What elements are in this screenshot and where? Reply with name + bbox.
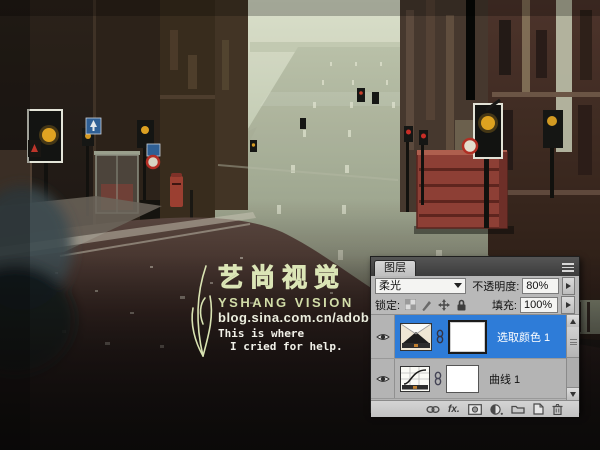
opacity-field[interactable]: 80%	[522, 278, 558, 294]
eye-icon	[376, 332, 390, 342]
fill-field[interactable]: 100%	[520, 297, 558, 313]
layers-list: 选取颜色 1	[371, 314, 579, 400]
brush-icon	[421, 299, 433, 311]
scrollbar[interactable]	[566, 315, 579, 400]
watermark-caption-line2: I cried for help.	[230, 340, 343, 353]
lock-fill-row: 锁定:	[371, 295, 579, 314]
layer-name: 曲线 1	[489, 371, 520, 387]
lock-label: 锁定:	[375, 297, 400, 313]
blend-opacity-row: 柔光 不透明度: 80%	[371, 276, 579, 295]
layer-mask-icon	[468, 404, 482, 415]
layer-mask-thumbnail[interactable]	[446, 365, 479, 393]
watermark-caption-line1: This is where	[218, 327, 304, 340]
link-icon	[436, 329, 444, 344]
padlock-icon	[456, 299, 467, 311]
visibility-toggle[interactable]	[371, 315, 395, 358]
fx-icon: fx.	[448, 404, 460, 415]
watermark-url: blog.sina.com.cn/adobech	[218, 310, 393, 325]
scrollbar-thumb[interactable]	[567, 327, 579, 358]
selective-color-thumbnail[interactable]	[400, 323, 432, 351]
arrow-right-icon	[566, 302, 571, 308]
lock-image-pixels-button[interactable]	[420, 298, 434, 312]
folder-icon	[511, 404, 525, 414]
fill-stepper-button[interactable]	[561, 296, 575, 314]
layers-panel-footer: fx.	[371, 400, 579, 417]
new-adjustment-layer-button[interactable]	[490, 402, 503, 416]
layer-mask-thumbnail[interactable]	[448, 320, 487, 354]
lock-all-button[interactable]	[454, 298, 468, 312]
fill-label: 填充:	[492, 297, 517, 313]
move-icon	[438, 299, 450, 311]
trash-icon	[552, 403, 563, 415]
adjustment-layer-icon	[490, 404, 503, 415]
link-layers-button[interactable]	[426, 402, 440, 416]
lock-position-button[interactable]	[437, 298, 451, 312]
lock-transparent-pixels-button[interactable]	[403, 298, 417, 312]
screenshot-stage: 艺尚视觉 YSHANG VISION blog.sina.com.cn/adob…	[0, 0, 600, 450]
opacity-stepper-button[interactable]	[562, 277, 575, 295]
layers-tab[interactable]: 图层	[374, 260, 416, 276]
delete-layer-button[interactable]	[552, 402, 563, 416]
new-layer-button[interactable]	[533, 402, 544, 416]
layers-panel: 图层 柔光 不透明度: 80% 锁定:	[370, 256, 580, 413]
watermark-title-cn: 艺尚视觉	[218, 258, 346, 294]
link-icon	[434, 371, 442, 386]
layer-style-button[interactable]: fx.	[448, 402, 460, 416]
link-layers-icon	[426, 405, 440, 414]
checkerboard-icon	[405, 299, 416, 310]
watermark-title-en: YSHANG VISION	[218, 295, 354, 310]
arrow-right-icon	[566, 283, 571, 289]
curves-thumbnail[interactable]	[400, 366, 430, 392]
visibility-toggle[interactable]	[371, 359, 395, 398]
opacity-label: 不透明度:	[472, 278, 519, 294]
new-layer-icon	[533, 403, 544, 415]
eye-icon	[376, 374, 390, 384]
layer-name: 选取颜色 1	[497, 329, 550, 345]
menu-lines-icon	[562, 263, 574, 265]
new-group-button[interactable]	[511, 402, 525, 416]
layer-row-selective-color[interactable]: 选取颜色 1	[371, 315, 579, 359]
arrow-up-icon	[570, 319, 576, 324]
scroll-down-button[interactable]	[567, 387, 579, 400]
panel-menu-button[interactable]	[560, 261, 576, 272]
layer-row-curves[interactable]: 曲线 1	[371, 359, 579, 399]
blend-mode-value: 柔光	[379, 279, 401, 293]
blend-mode-select[interactable]: 柔光	[375, 278, 466, 294]
arrow-down-icon	[570, 392, 576, 397]
layers-panel-titlebar: 图层	[371, 257, 579, 276]
add-layer-mask-button[interactable]	[468, 402, 482, 416]
watermark-vine-logo-icon	[190, 264, 216, 360]
chevron-down-icon	[454, 283, 462, 288]
